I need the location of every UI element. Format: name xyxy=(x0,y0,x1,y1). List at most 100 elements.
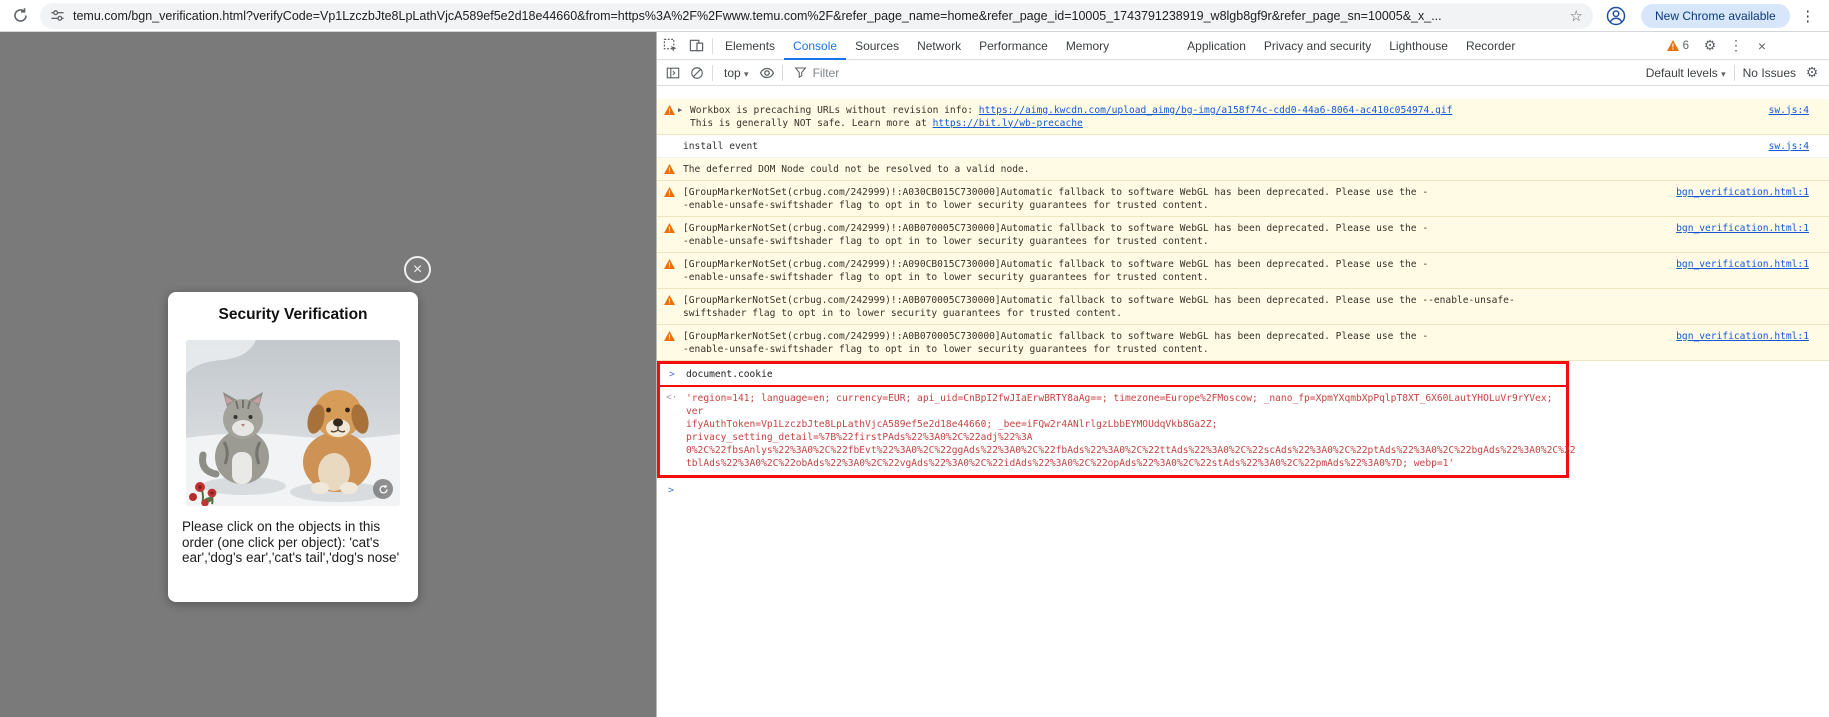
cookie-string-line: 'region=141; language=en; currency=EUR; … xyxy=(686,392,1560,418)
tab-network[interactable]: Network xyxy=(908,32,970,60)
svg-text:!: ! xyxy=(667,261,671,269)
tab-memory[interactable]: Memory xyxy=(1057,32,1118,60)
source-link[interactable]: bgn_verification.html:1 xyxy=(1676,258,1809,271)
warning-triangle-icon: ! xyxy=(664,164,675,174)
devtools-tab-bar: Elements Console Sources Network Perform… xyxy=(657,32,1829,60)
tab-privacy-and-security[interactable]: Privacy and security xyxy=(1255,32,1380,60)
expand-arrow-icon[interactable]: ▶ xyxy=(678,104,682,117)
console-message: install event sw.js:4 xyxy=(657,135,1829,158)
device-toolbar-icon[interactable] xyxy=(683,33,709,59)
url-bar[interactable]: temu.com/bgn_verification.html?verifyCod… xyxy=(40,3,1593,29)
warning-triangle-icon: ! xyxy=(664,259,675,269)
console-message: ! [GroupMarkerNotSet(crbug.com/242999)!:… xyxy=(657,253,1829,289)
refresh-icon xyxy=(378,484,389,495)
console-message: ! [GroupMarkerNotSet(crbug.com/242999)!:… xyxy=(657,181,1829,217)
console-sidebar-icon[interactable] xyxy=(661,61,685,85)
captcha-image[interactable] xyxy=(186,340,400,506)
context-selector[interactable]: top ▾ xyxy=(724,66,749,80)
source-link[interactable]: bgn_verification.html:1 xyxy=(1676,330,1809,343)
svg-text:!: ! xyxy=(667,107,671,115)
site-settings-tune-icon[interactable] xyxy=(50,8,65,23)
console-message: ! [GroupMarkerNotSet(crbug.com/242999)!:… xyxy=(657,325,1829,361)
svg-text:!: ! xyxy=(667,225,671,233)
warning-triangle-icon: ! xyxy=(664,331,675,341)
filter-box xyxy=(794,66,1033,80)
cookie-string-line: tblAds%22%3A0%2C%22obAds%22%3A0%2C%22vgA… xyxy=(686,457,1560,470)
console-input[interactable]: > xyxy=(657,482,1829,502)
live-expression-eye-icon[interactable] xyxy=(755,61,779,85)
chevron-down-icon: ▾ xyxy=(744,69,749,79)
console-result: <· 'region=141; language=en; currency=EU… xyxy=(660,387,1566,475)
inspect-element-icon[interactable] xyxy=(657,33,683,59)
warnings-count: 6 xyxy=(1683,40,1689,52)
console-message: ! The deferred DOM Node could not be res… xyxy=(657,158,1829,181)
source-link[interactable]: sw.js:4 xyxy=(1769,104,1809,117)
cookie-string-line: 0%2C%22fbsAnlys%22%3A0%2C%22fbEvt%22%3A0… xyxy=(686,444,1560,457)
red-annotation-box: > document.cookie <· 'region=141; langua… xyxy=(657,361,1569,478)
chrome-update-button[interactable]: New Chrome available xyxy=(1641,4,1790,28)
tab-application[interactable]: Application xyxy=(1178,32,1255,60)
svg-text:!: ! xyxy=(667,166,671,174)
command-chevron-icon: > xyxy=(669,368,675,381)
devtools-menu-icon[interactable]: ⋮ xyxy=(1725,37,1747,54)
captcha-instruction: Please click on the objects in this orde… xyxy=(182,519,404,566)
divider xyxy=(1734,65,1735,81)
svg-text:!: ! xyxy=(667,189,671,197)
modal-close-button[interactable]: × xyxy=(404,256,431,283)
close-icon: × xyxy=(413,261,422,278)
profile-icon[interactable] xyxy=(1605,5,1627,27)
console-command: > document.cookie xyxy=(660,364,1566,387)
console-log: ! ▶ Workbox is precaching URLs without r… xyxy=(657,86,1829,502)
warning-triangle-icon: ! xyxy=(1667,40,1679,51)
warnings-badge[interactable]: ! 6 xyxy=(1667,40,1689,52)
filter-funnel-icon xyxy=(794,66,807,79)
url-text[interactable]: temu.com/bgn_verification.html?verifyCod… xyxy=(73,9,1562,23)
message-link[interactable]: https://aimg.kwcdn.com/upload_aimg/bg-im… xyxy=(979,105,1453,116)
source-link[interactable]: bgn_verification.html:1 xyxy=(1676,186,1809,199)
webpage-dimmed-overlay: × Security Verification xyxy=(0,32,656,717)
tab-performance[interactable]: Performance xyxy=(970,32,1057,60)
clear-console-icon[interactable] xyxy=(685,61,709,85)
svg-text:!: ! xyxy=(667,297,671,305)
console-toolbar: top ▾ Default levels xyxy=(657,60,1829,86)
chevron-down-icon: ▾ xyxy=(1721,69,1726,79)
browser-toolbar: temu.com/bgn_verification.html?verifyCod… xyxy=(0,0,1829,32)
devtools-panel: Elements Console Sources Network Perform… xyxy=(656,32,1829,717)
message-link[interactable]: https://bit.ly/wb-precache xyxy=(933,118,1083,129)
warning-triangle-icon: ! xyxy=(664,295,675,305)
divider xyxy=(712,38,713,54)
cat-and-dog-snow-image xyxy=(186,340,400,506)
browser-window: temu.com/bgn_verification.html?verifyCod… xyxy=(0,0,1829,717)
devtools-close-icon[interactable]: × xyxy=(1751,38,1773,54)
browser-menu-icon[interactable]: ⋮ xyxy=(1800,7,1816,25)
console-message: ! [GroupMarkerNotSet(crbug.com/242999)!:… xyxy=(657,289,1829,325)
warning-triangle-icon: ! xyxy=(664,187,675,197)
issues-status[interactable]: No Issues xyxy=(1743,66,1796,80)
tab-recorder[interactable]: Recorder xyxy=(1457,32,1524,60)
result-return-icon: <· xyxy=(666,391,678,404)
reload-icon[interactable] xyxy=(8,4,32,28)
tab-lighthouse[interactable]: Lighthouse xyxy=(1380,32,1457,60)
console-message: ! [GroupMarkerNotSet(crbug.com/242999)!:… xyxy=(657,217,1829,253)
modal-title: Security Verification xyxy=(168,292,418,324)
divider xyxy=(712,65,713,81)
cookie-string-line: ifyAuthToken=Vp1LzczbJte8LpLathVjcA589ef… xyxy=(686,418,1560,444)
svg-text:!: ! xyxy=(1671,42,1674,51)
tab-sources[interactable]: Sources xyxy=(846,32,908,60)
log-levels-selector[interactable]: Default levels ▾ xyxy=(1646,66,1726,80)
bookmark-star-icon[interactable]: ☆ xyxy=(1570,7,1583,25)
prompt-chevron-icon: > xyxy=(668,485,674,496)
devtools-settings-gear-icon[interactable]: ⚙ xyxy=(1699,37,1721,54)
divider xyxy=(782,65,783,81)
security-verification-modal: Security Verification xyxy=(168,292,418,602)
console-settings-gear-icon[interactable]: ⚙ xyxy=(1801,64,1823,81)
warning-triangle-icon: ! xyxy=(664,223,675,233)
filter-input[interactable] xyxy=(813,66,1033,80)
source-link[interactable]: bgn_verification.html:1 xyxy=(1676,222,1809,235)
tab-elements[interactable]: Elements xyxy=(716,32,784,60)
captcha-refresh-button[interactable] xyxy=(373,479,393,499)
warning-triangle-icon: ! xyxy=(664,105,675,115)
source-link[interactable]: sw.js:4 xyxy=(1769,140,1809,153)
tab-console[interactable]: Console xyxy=(784,32,846,60)
svg-text:!: ! xyxy=(667,333,671,341)
